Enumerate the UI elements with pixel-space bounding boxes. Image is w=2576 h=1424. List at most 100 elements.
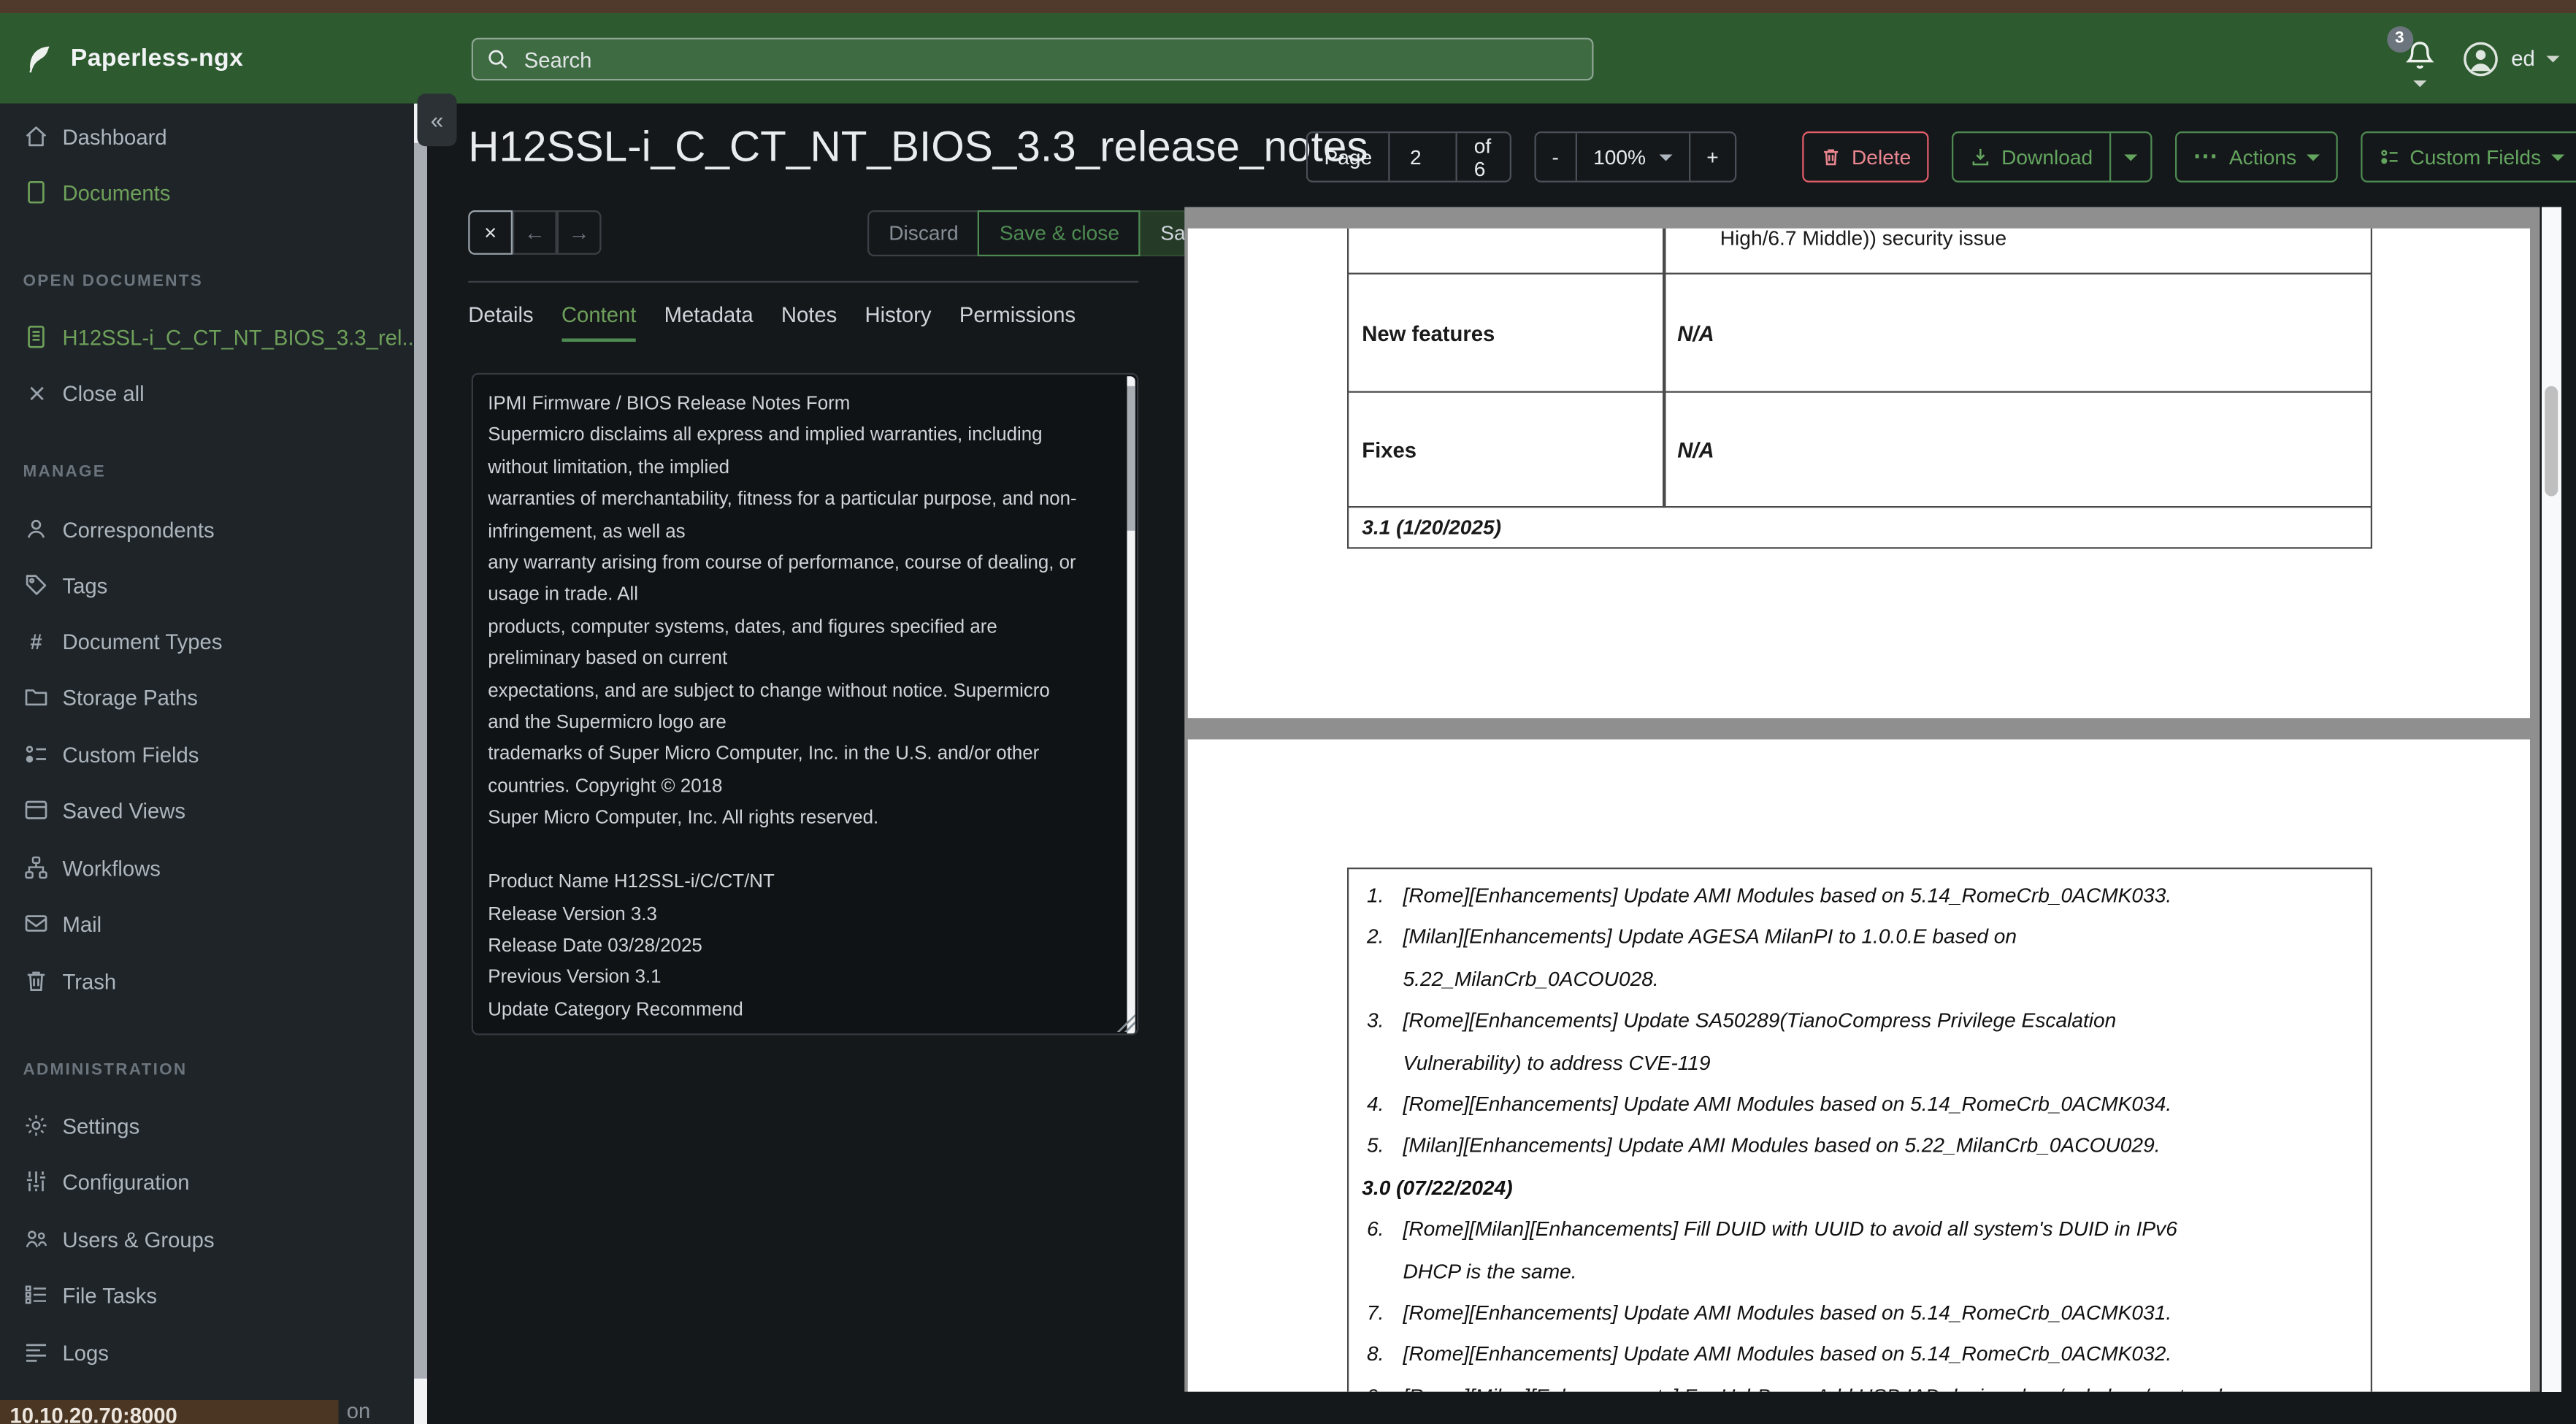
- list-item-text: [Rome][Milan][Enhancements] For UsbBus-e…: [1403, 1385, 2222, 1391]
- tab-metadata[interactable]: Metadata: [664, 302, 754, 342]
- sidebar-item-label: Tags: [62, 573, 108, 597]
- sidebar-item-dashboard[interactable]: Dashboard: [0, 117, 414, 156]
- tab-details[interactable]: Details: [468, 302, 533, 342]
- file-text-icon: [23, 324, 50, 350]
- home-icon: [23, 123, 50, 150]
- textarea-resize-handle[interactable]: [1117, 1014, 1135, 1032]
- close-document-button[interactable]: ×: [468, 210, 513, 255]
- tab-notes[interactable]: Notes: [781, 302, 837, 342]
- brand[interactable]: Paperless-ngx: [23, 13, 244, 104]
- folder-icon: [23, 684, 50, 710]
- list-item: 1. [Rome][Enhancements] Update AMI Module…: [1349, 876, 2347, 917]
- download-label: Download: [2001, 145, 2093, 169]
- sidebar-item-logs[interactable]: Logs: [0, 1333, 414, 1372]
- zoom-level-value: 100%: [1593, 145, 1647, 169]
- gear-icon: [23, 1112, 50, 1138]
- custom-fields-button[interactable]: Custom Fields: [2360, 131, 2576, 183]
- sidebar-item-document-types[interactable]: # Document Types: [0, 621, 414, 661]
- sidebar-item-users-groups[interactable]: Users & Groups: [0, 1220, 414, 1259]
- sidebar-scrollbar-thumb[interactable]: [414, 142, 427, 1379]
- person-icon: [23, 516, 50, 543]
- content-text: IPMI Firmware / BIOS Release Notes Form …: [488, 394, 1077, 1020]
- document-tabs: Details Content Metadata Notes History P…: [468, 302, 1076, 342]
- chevron-down-icon: [2550, 153, 2564, 161]
- document-nav-buttons: × ← →: [468, 210, 602, 255]
- sidebar-item-saved-views[interactable]: Saved Views: [0, 790, 414, 830]
- zoom-level-select[interactable]: 100%: [1575, 133, 1688, 181]
- sidebar-item-close-all[interactable]: Close all: [0, 373, 414, 413]
- search-icon: [486, 47, 510, 71]
- actions-button[interactable]: ⋯ Actions: [2174, 131, 2338, 183]
- pdf-preview[interactable]: High/6.7 Middle)) security issue New fea…: [1184, 207, 2540, 1392]
- list-item: 9. [Rome][Milan][Enhancements] For UsbBus…: [1349, 1377, 2347, 1391]
- sidebar-item-file-tasks[interactable]: File Tasks: [0, 1275, 414, 1314]
- sidebar-item-settings[interactable]: Settings: [0, 1106, 414, 1145]
- sidebar-item-documents[interactable]: Documents: [0, 172, 414, 212]
- sidebar-item-configuration[interactable]: Configuration: [0, 1162, 414, 1201]
- list-item-text: [Rome][Enhancements] Update AMI Modules …: [1403, 884, 2172, 908]
- document-toolbar: Page of 6 - 100% + Delete Download ⋯: [1306, 131, 2576, 183]
- sidebar-item-label: Saved Views: [62, 797, 186, 823]
- sidebar-item-trash[interactable]: Trash: [0, 961, 414, 1000]
- sidebar-item-label: Close all: [62, 380, 145, 405]
- list-item-text: [Rome][Enhancements] Update AMI Modules …: [1403, 1301, 2172, 1325]
- notifications-button[interactable]: 3: [2386, 25, 2437, 87]
- sidebar-item-custom-fields[interactable]: Custom Fields: [0, 735, 414, 774]
- save-and-close-button[interactable]: Save & close: [978, 210, 1141, 256]
- global-search[interactable]: [471, 37, 1594, 81]
- pdf-scrollbar-thumb[interactable]: [2545, 386, 2558, 497]
- previous-document-button[interactable]: ←: [513, 210, 557, 255]
- sidebar-item-correspondents[interactable]: Correspondents: [0, 510, 414, 549]
- hash-icon: #: [30, 628, 42, 654]
- delete-button[interactable]: Delete: [1802, 131, 1930, 183]
- textarea-scrollbar[interactable]: [1127, 376, 1135, 1034]
- search-input[interactable]: [521, 45, 1579, 74]
- sidebar-item-storage-paths[interactable]: Storage Paths: [0, 677, 414, 716]
- list-item: 6. [Rome][Milan][Enhancements] Fill DUID …: [1349, 1210, 2347, 1293]
- username: ed: [2511, 46, 2535, 71]
- sidebar-item-open-document[interactable]: H12SSL-i_C_CT_NT_BIOS_3.3_rel...: [0, 317, 420, 356]
- pdf-scrollbar[interactable]: [2541, 207, 2561, 1392]
- divider: [468, 280, 1139, 283]
- sidebar-item-label: Mail: [62, 911, 102, 936]
- paperless-app: Paperless-ngx 3 ed: [0, 0, 2576, 1424]
- text-left-icon: [23, 1339, 50, 1366]
- user-menu[interactable]: ed: [2460, 39, 2560, 78]
- sidebar-item-label: Dashboard: [62, 123, 167, 149]
- list-item: 7. [Rome][Enhancements] Update AMI Module…: [1349, 1293, 2347, 1335]
- sidebar-item-tags[interactable]: Tags: [0, 565, 414, 605]
- list-item-text: [Rome][Milan][Enhancements] Fill DUID wi…: [1403, 1217, 2177, 1283]
- notification-badge: 3: [2386, 25, 2413, 52]
- content-textarea[interactable]: IPMI Firmware / BIOS Release Notes Form …: [471, 372, 1139, 1036]
- partial-row-text: High/6.7 Middle)) security issue: [1720, 226, 2007, 250]
- download-dropdown-toggle[interactable]: [2109, 133, 2150, 181]
- tag-icon: [23, 572, 50, 598]
- sidebar-scrollbar[interactable]: [414, 103, 427, 1424]
- zoom-in-button[interactable]: +: [1688, 133, 1736, 181]
- page-number-cell[interactable]: [1388, 133, 1456, 181]
- textarea-scrollbar-thumb[interactable]: [1127, 386, 1135, 531]
- sidebar-collapse-button[interactable]: «: [417, 93, 457, 147]
- list-item-text: [Rome][Enhancements] Update SA50289(Tian…: [1403, 1008, 2117, 1074]
- changes-list-box: 1. [Rome][Enhancements] Update AMI Module…: [1347, 868, 2372, 1392]
- next-document-button[interactable]: →: [556, 210, 602, 255]
- sidebar-item-label: Documents: [62, 180, 171, 205]
- sidebar-item-mail[interactable]: Mail: [0, 904, 414, 943]
- zoom-out-button[interactable]: -: [1536, 133, 1575, 180]
- delete-label: Delete: [1851, 145, 1912, 169]
- trash-icon: [23, 968, 50, 994]
- sidebar-item-workflows[interactable]: Workflows: [0, 848, 414, 887]
- people-icon: [23, 1226, 50, 1252]
- navbar-right: 3 ed: [2386, 13, 2560, 104]
- pdf-page-1: High/6.7 Middle)) security issue New fea…: [1187, 226, 2530, 719]
- discard-button[interactable]: Discard: [867, 210, 978, 256]
- list-item-text: [Milan][Enhancements] Update AGESA Milan…: [1403, 925, 2017, 991]
- tab-permissions[interactable]: Permissions: [959, 302, 1076, 342]
- download-button[interactable]: Download: [1954, 133, 2109, 180]
- sidebar: Dashboard Documents OPEN DOCUMENTS H12SS…: [0, 103, 427, 1424]
- screen: Paperless-ngx 3 ed: [0, 0, 2576, 1424]
- tab-history[interactable]: History: [865, 302, 932, 342]
- page-number-input[interactable]: [1406, 143, 1440, 170]
- page-navigation-group: Page of 6: [1306, 131, 1511, 183]
- tab-content[interactable]: Content: [561, 302, 636, 342]
